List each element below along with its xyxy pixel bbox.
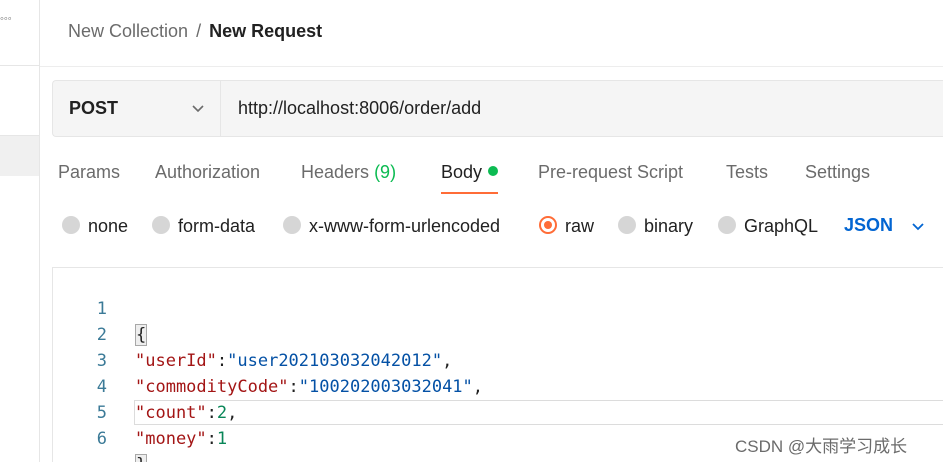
radio-label: raw <box>565 216 595 236</box>
tab-label: Pre-request Script <box>538 162 684 182</box>
breadcrumb-collection[interactable]: New Collection <box>68 21 188 41</box>
sidebar: ◦◦◦ <box>0 0 40 462</box>
breadcrumb-request-name[interactable]: New Request <box>209 21 322 41</box>
method-label: POST <box>69 98 119 118</box>
tab-label: Params <box>58 162 121 182</box>
radio-circle-checked[interactable] <box>539 216 557 234</box>
tab-label: Authorization <box>155 162 261 182</box>
json-brace-close: } <box>135 454 148 462</box>
radio-label: none <box>88 216 129 236</box>
tab-pre-request-script[interactable]: Pre-request Script <box>538 161 683 183</box>
active-tab-underline <box>441 192 499 194</box>
radio-circle[interactable] <box>62 216 80 234</box>
radio-label: GraphQL <box>744 216 819 236</box>
code-line: 4 "count":2, <box>53 348 943 423</box>
json-number-value: 1 <box>216 429 228 449</box>
more-options-icon[interactable]: ◦◦◦ <box>0 14 12 25</box>
chevron-down-icon <box>192 105 204 113</box>
headers-count: (9) <box>374 162 397 182</box>
radio-circle[interactable] <box>152 216 170 234</box>
radio-label: form-data <box>178 216 256 236</box>
url-input[interactable]: http://localhost:8006/order/add <box>238 98 481 119</box>
code-line: 1 { <box>53 270 943 346</box>
request-url-bar: POST http://localhost:8006/order/add <box>52 80 943 137</box>
tab-body[interactable]: Body <box>441 161 499 194</box>
tab-params[interactable]: Params <box>58 161 120 183</box>
tab-label: Headers <box>301 162 370 182</box>
tab-label: Tests <box>726 162 769 182</box>
tab-tests[interactable]: Tests <box>726 161 768 183</box>
code-line: 2 "userId":"user202103032042012", <box>53 296 943 371</box>
watermark: CSDN @大雨学习成长 <box>735 437 908 456</box>
radio-label: x-www-form-urlencoded <box>309 216 501 236</box>
radio-label: binary <box>644 216 694 236</box>
radio-circle[interactable] <box>283 216 301 234</box>
radio-circle[interactable] <box>618 216 636 234</box>
tab-headers[interactable]: Headers (9) <box>301 161 396 183</box>
code-line: 5 "money":1 <box>53 374 943 449</box>
code-line: 3 "commodityCode":"100202003032041", <box>53 322 943 397</box>
method-select[interactable]: POST <box>53 81 221 136</box>
tab-label: Settings <box>805 162 871 182</box>
json-colon: : <box>206 429 217 449</box>
sidebar-divider <box>0 65 39 66</box>
tab-authorization[interactable]: Authorization <box>155 161 260 183</box>
code-line: 6 } <box>53 400 943 462</box>
json-key: "money" <box>135 429 207 449</box>
header-divider <box>40 66 943 67</box>
line-number: 6 <box>96 429 107 449</box>
radio-circle[interactable] <box>718 216 736 234</box>
tab-label: Body <box>441 162 483 182</box>
sidebar-item-selected[interactable] <box>0 136 39 176</box>
tab-settings[interactable]: Settings <box>805 161 870 183</box>
breadcrumb: New Collection / New Request <box>68 20 322 42</box>
body-indicator-dot <box>488 166 499 176</box>
raw-format-select[interactable]: JSON <box>844 215 893 236</box>
chevron-down-icon[interactable] <box>910 218 926 234</box>
breadcrumb-separator: / <box>196 21 202 41</box>
